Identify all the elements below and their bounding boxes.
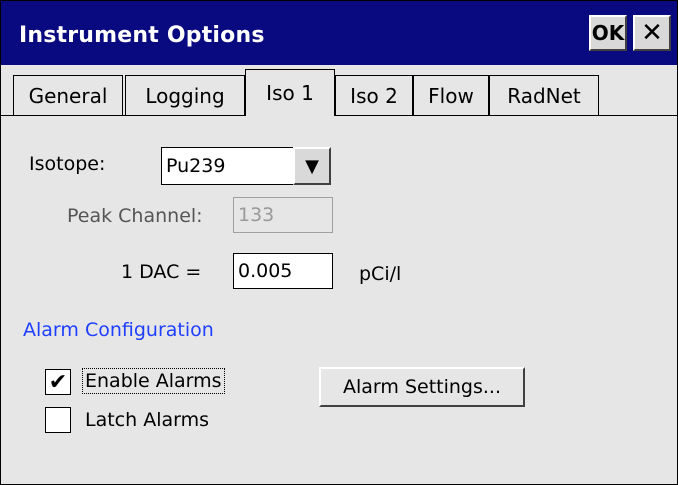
peak-channel-label: Peak Channel: — [67, 205, 203, 227]
alarm-configuration-heading: Alarm Configuration — [23, 319, 214, 341]
tab-iso-1[interactable]: Iso 1 — [245, 69, 335, 116]
tab-flow[interactable]: Flow — [413, 75, 489, 115]
peak-channel-field: 133 — [233, 197, 333, 233]
alarm-settings-button[interactable]: Alarm Settings... — [319, 367, 525, 407]
close-icon: ✕ — [641, 18, 663, 48]
chevron-down-icon: ▼ — [305, 155, 319, 177]
tab-radnet[interactable]: RadNet — [489, 75, 599, 115]
tab-logging[interactable]: Logging — [125, 75, 245, 115]
isotope-label: Isotope: — [29, 153, 106, 175]
title-bar: Instrument Options OK ✕ — [1, 1, 677, 65]
instrument-options-window: Instrument Options OK ✕ General Logging … — [0, 0, 678, 485]
latch-alarms-label[interactable]: Latch Alarms — [85, 409, 209, 431]
window-title: Instrument Options — [19, 23, 265, 48]
dac-label: 1 DAC = — [121, 261, 202, 283]
tab-strip-border — [1, 115, 678, 116]
isotope-select[interactable]: Pu239 — [161, 147, 295, 185]
checkmark-icon: ✔ — [48, 369, 68, 395]
enable-alarms-label[interactable]: Enable Alarms — [82, 368, 225, 394]
tab-general[interactable]: General — [13, 75, 123, 115]
latch-alarms-checkbox[interactable] — [45, 407, 71, 433]
tab-iso-2[interactable]: Iso 2 — [335, 75, 413, 115]
close-button[interactable]: ✕ — [633, 15, 671, 51]
ok-button[interactable]: OK — [589, 15, 627, 51]
enable-alarms-checkbox[interactable]: ✔ — [45, 369, 71, 395]
dac-unit: pCi/l — [359, 263, 402, 285]
dac-input[interactable]: 0.005 — [233, 253, 333, 289]
isotope-dropdown-button[interactable]: ▼ — [293, 147, 331, 185]
